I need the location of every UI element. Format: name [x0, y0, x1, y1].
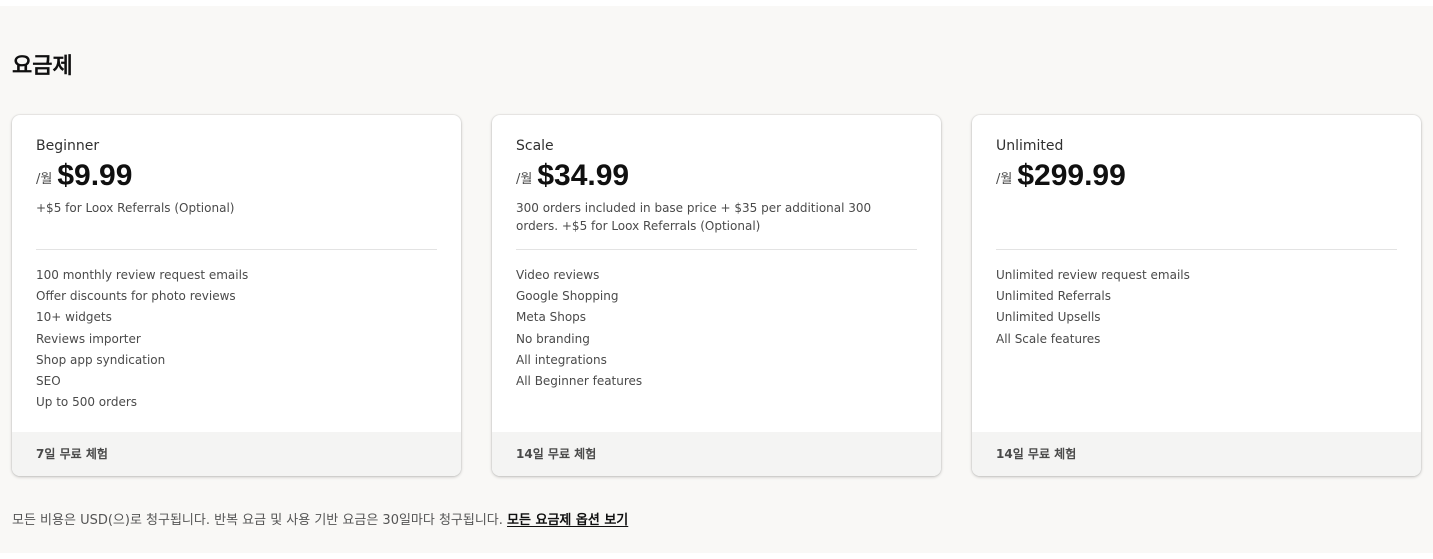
pricing-section: 요금제 Beginner /월 $9.99 +$5 for Loox Refer…: [0, 6, 1433, 553]
price-note: 300 orders included in base price + $35 …: [516, 201, 872, 233]
plan-price: $9.99: [57, 159, 133, 192]
card-footer: 14일 무료 체험: [492, 432, 941, 476]
price-row: /월 $34.99: [516, 159, 629, 193]
price-row: /월 $9.99: [36, 159, 132, 193]
plan-name: Unlimited: [996, 138, 1064, 154]
price-unit: /월: [516, 172, 533, 187]
feature-item: All integrations: [516, 352, 607, 367]
plan-card-beginner[interactable]: Beginner /월 $9.99 +$5 for Loox Referrals…: [12, 115, 461, 476]
price-row: /월 $299.99: [996, 159, 1126, 193]
feature-item: Google Shopping: [516, 289, 619, 304]
card-footer: 7일 무료 체험: [12, 432, 461, 476]
plan-name: Scale: [516, 138, 554, 154]
plan-price: $34.99: [537, 159, 630, 192]
feature-item: Shop app syndication: [36, 352, 166, 367]
feature-item: 10+ widgets: [36, 310, 112, 325]
feature-item: All Beginner features: [516, 373, 643, 388]
trial-label: 14일 무료 체험: [996, 447, 1077, 461]
price-note: +$5 for Loox Referrals (Optional): [36, 201, 235, 215]
plan-cards: Beginner /월 $9.99 +$5 for Loox Referrals…: [12, 115, 1421, 476]
billing-footnote: 모든 비용은 USD(으)로 청구됩니다. 반복 요금 및 사용 기반 요금은 …: [12, 512, 628, 530]
feature-item: Offer discounts for photo reviews: [36, 289, 236, 304]
plan-price: $299.99: [1017, 159, 1126, 192]
price-unit: /월: [996, 172, 1013, 187]
feature-item: Video reviews: [516, 268, 600, 282]
feature-item: Unlimited Upsells: [996, 310, 1101, 325]
feature-item: No branding: [516, 331, 590, 346]
billing-text: 모든 비용은 USD(으)로 청구됩니다. 반복 요금 및 사용 기반 요금은 …: [12, 513, 503, 528]
feature-list: Unlimited review request emails Unlimite…: [996, 265, 1190, 350]
feature-item: Up to 500 orders: [36, 395, 138, 410]
feature-item: SEO: [36, 373, 61, 388]
price-unit: /월: [36, 172, 53, 187]
card-footer: 14일 무료 체험: [972, 432, 1421, 476]
divider: [996, 249, 1397, 250]
divider: [516, 249, 917, 250]
feature-item: Reviews importer: [36, 331, 141, 346]
feature-item: Meta Shops: [516, 310, 587, 325]
trial-label: 14일 무료 체험: [516, 447, 597, 461]
feature-item: All Scale features: [996, 331, 1101, 346]
plan-name: Beginner: [36, 138, 100, 154]
view-all-plans-link[interactable]: 모든 요금제 옵션 보기: [507, 513, 628, 528]
feature-list: Video reviews Google Shopping Meta Shops…: [516, 265, 642, 392]
feature-item: Unlimited review request emails: [996, 268, 1190, 282]
divider: [36, 249, 437, 250]
plan-card-scale[interactable]: Scale /월 $34.99 300 orders included in b…: [492, 115, 941, 476]
plan-card-unlimited[interactable]: Unlimited /월 $299.99 Unlimited review re…: [972, 115, 1421, 476]
feature-list: 100 monthly review request emails Offer …: [36, 265, 248, 413]
feature-item: 100 monthly review request emails: [36, 268, 249, 282]
section-title: 요금제: [12, 54, 73, 79]
feature-item: Unlimited Referrals: [996, 289, 1111, 304]
trial-label: 7일 무료 체험: [36, 447, 108, 461]
